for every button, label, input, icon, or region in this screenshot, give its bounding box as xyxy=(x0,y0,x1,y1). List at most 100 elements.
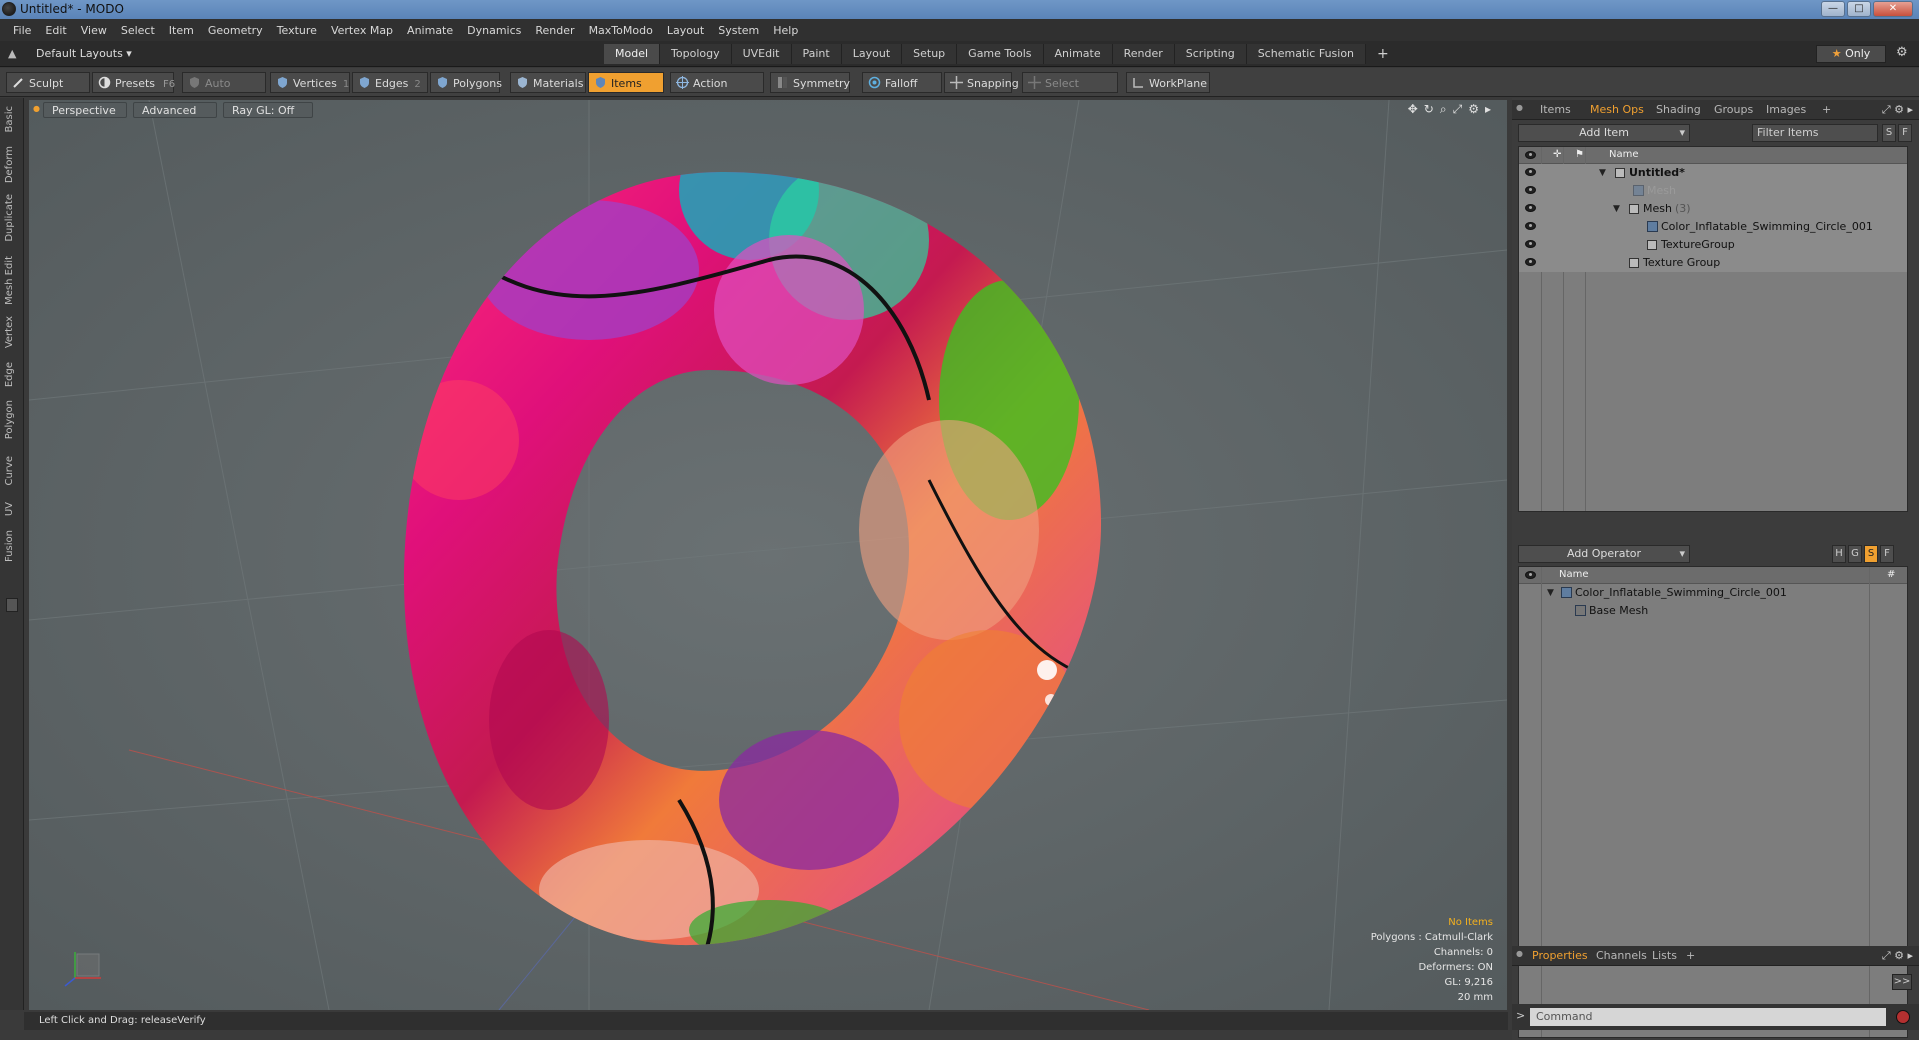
menu-maxtomodo[interactable]: MaxToModo xyxy=(582,24,660,37)
expand-properties-button[interactable]: >> xyxy=(1892,974,1912,990)
tree-row-texturegroup[interactable]: TextureGroup xyxy=(1519,236,1907,254)
symmetry-button[interactable]: Symmetry xyxy=(770,72,850,93)
visibility-eye-icon[interactable] xyxy=(1525,204,1536,212)
tab-schematic-fusion[interactable]: Schematic Fusion xyxy=(1246,44,1367,64)
left-tab-uv[interactable]: UV xyxy=(4,502,15,516)
auto-select-button[interactable]: Auto Select xyxy=(182,72,266,111)
operator-row-color-inflatable[interactable]: ▼ Color_Inflatable_Swimming_Circle_001 xyxy=(1519,584,1907,602)
gear-icon[interactable]: ⚙ xyxy=(1896,45,1908,60)
menu-edit[interactable]: Edit xyxy=(38,24,73,37)
tab-images[interactable]: Images xyxy=(1766,103,1806,116)
tab-groups[interactable]: Groups xyxy=(1714,103,1753,116)
menu-dynamics[interactable]: Dynamics xyxy=(460,24,528,37)
maximize-button[interactable]: □ xyxy=(1847,1,1871,17)
menu-render[interactable]: Render xyxy=(528,24,581,37)
raygl-button[interactable]: Ray GL: Off xyxy=(223,102,313,118)
expand-arrow-icon[interactable]: ▼ xyxy=(1547,584,1554,602)
filter-items-input[interactable]: Filter Items xyxy=(1752,124,1878,142)
snapping-button[interactable]: Snapping xyxy=(944,72,1019,93)
tab-setup[interactable]: Setup xyxy=(902,44,958,64)
layout-selector[interactable]: Default Layouts ▾ xyxy=(36,47,132,60)
tab-game-tools[interactable]: Game Tools xyxy=(957,44,1044,64)
minimize-button[interactable]: — xyxy=(1821,1,1845,17)
tab-shading[interactable]: Shading xyxy=(1656,103,1701,116)
left-tab-mesh-edit[interactable]: Mesh Edit xyxy=(4,256,15,305)
tree-row-mesh-group[interactable]: ▼ Mesh (3) xyxy=(1519,200,1907,218)
add-panel-tab-plus-icon[interactable]: + xyxy=(1822,103,1831,116)
rotate-view-icon[interactable]: ↻ xyxy=(1424,102,1434,117)
tab-render[interactable]: Render xyxy=(1112,44,1175,64)
tab-mesh-ops[interactable]: Mesh Ops xyxy=(1590,103,1644,116)
tab-properties[interactable]: Properties xyxy=(1532,949,1588,962)
vertices-button[interactable]: Vertices 1 xyxy=(270,72,350,93)
left-tab-fusion[interactable]: Fusion xyxy=(4,530,15,562)
left-tab-basic[interactable]: Basic xyxy=(4,106,15,132)
action-center-button[interactable]: Action Center xyxy=(670,72,764,111)
move-view-icon[interactable]: ✥ xyxy=(1408,102,1418,117)
menu-animate[interactable]: Animate xyxy=(400,24,460,37)
menu-geometry[interactable]: Geometry xyxy=(201,24,270,37)
sculpt-button[interactable]: Sculpt xyxy=(6,72,90,93)
select-through-button[interactable]: Select Through xyxy=(1022,72,1118,111)
expand-arrow-icon[interactable]: ▼ xyxy=(1613,200,1620,218)
tree-row-texture-group[interactable]: Texture Group xyxy=(1519,254,1907,272)
f-button[interactable]: F xyxy=(1898,124,1912,142)
left-tab-edge[interactable]: Edge xyxy=(4,362,15,387)
tab-model[interactable]: Model xyxy=(604,44,661,64)
tab-paint[interactable]: Paint xyxy=(791,44,842,64)
add-tab-plus-icon[interactable]: + xyxy=(1366,44,1400,64)
viewport-settings-icon[interactable]: ⚙ xyxy=(1468,102,1479,117)
command-input[interactable]: Command xyxy=(1530,1008,1886,1026)
left-panel-toggle[interactable] xyxy=(6,598,18,612)
visibility-eye-icon[interactable] xyxy=(1525,240,1536,248)
workplane-button[interactable]: WorkPlane xyxy=(1126,72,1210,93)
visibility-eye-icon[interactable] xyxy=(1525,168,1536,176)
tab-scripting[interactable]: Scripting xyxy=(1174,44,1247,64)
items-button[interactable]: Items xyxy=(588,72,664,93)
menu-file[interactable]: File xyxy=(6,24,38,37)
3d-viewport[interactable]: ● Perspective Advanced Ray GL: Off ✥ ↻ ⌕… xyxy=(29,100,1507,1010)
menu-system[interactable]: System xyxy=(711,24,766,37)
edges-button[interactable]: Edges 2 xyxy=(352,72,428,93)
add-operator-button[interactable]: Add Operator ▾ xyxy=(1518,545,1690,563)
tree-row-mesh[interactable]: Mesh xyxy=(1519,182,1907,200)
s-button[interactable]: S xyxy=(1882,124,1896,142)
properties-options-icons[interactable]: ⤢ ⚙ ▸ xyxy=(1882,949,1913,963)
s-orange-button[interactable]: S xyxy=(1864,545,1878,563)
left-tab-polygon[interactable]: Polygon xyxy=(4,400,15,439)
menu-select[interactable]: Select xyxy=(114,24,162,37)
zoom-view-icon[interactable]: ⌕ xyxy=(1440,102,1447,117)
add-item-button[interactable]: Add Item ▾ xyxy=(1518,124,1690,142)
close-button[interactable]: ✕ xyxy=(1873,1,1913,17)
polygons-button[interactable]: Polygons xyxy=(430,72,502,93)
menu-texture[interactable]: Texture xyxy=(270,24,324,37)
f-operator-button[interactable]: F xyxy=(1880,545,1894,563)
tab-channels[interactable]: Channels xyxy=(1596,949,1647,962)
menu-view[interactable]: View xyxy=(74,24,114,37)
tab-animate[interactable]: Animate xyxy=(1043,44,1113,64)
left-tab-deform[interactable]: Deform xyxy=(4,146,15,183)
h-button[interactable]: H xyxy=(1832,545,1846,563)
visibility-eye-icon[interactable] xyxy=(1525,258,1536,266)
visibility-eye-icon[interactable] xyxy=(1525,186,1536,194)
menu-layout[interactable]: Layout xyxy=(660,24,711,37)
presets-button[interactable]: Presets F6 xyxy=(92,72,175,93)
falloff-button[interactable]: Falloff xyxy=(862,72,942,93)
menu-item[interactable]: Item xyxy=(162,24,201,37)
tab-topology[interactable]: Topology xyxy=(660,44,732,64)
materials-button[interactable]: Materials xyxy=(510,72,586,93)
menu-vertex-map[interactable]: Vertex Map xyxy=(324,24,400,37)
menu-help[interactable]: Help xyxy=(766,24,805,37)
left-tab-curve[interactable]: Curve xyxy=(4,456,15,486)
tab-layout[interactable]: Layout xyxy=(841,44,903,64)
expand-arrow-icon[interactable]: ▼ xyxy=(1599,164,1606,182)
record-macro-icon[interactable] xyxy=(1896,1010,1910,1024)
layout-toggle-icon[interactable]: ▲ xyxy=(8,47,16,60)
only-button[interactable]: ★ Only xyxy=(1816,45,1886,63)
g-button[interactable]: G xyxy=(1848,545,1862,563)
tree-row-color-inflatable[interactable]: Color_Inflatable_Swimming_Circle_001 xyxy=(1519,218,1907,236)
operator-row-base-mesh[interactable]: Base Mesh xyxy=(1519,602,1907,620)
perspective-button[interactable]: Perspective xyxy=(43,102,127,118)
add-properties-tab-plus-icon[interactable]: + xyxy=(1686,949,1695,962)
advanced-button[interactable]: Advanced xyxy=(133,102,217,118)
